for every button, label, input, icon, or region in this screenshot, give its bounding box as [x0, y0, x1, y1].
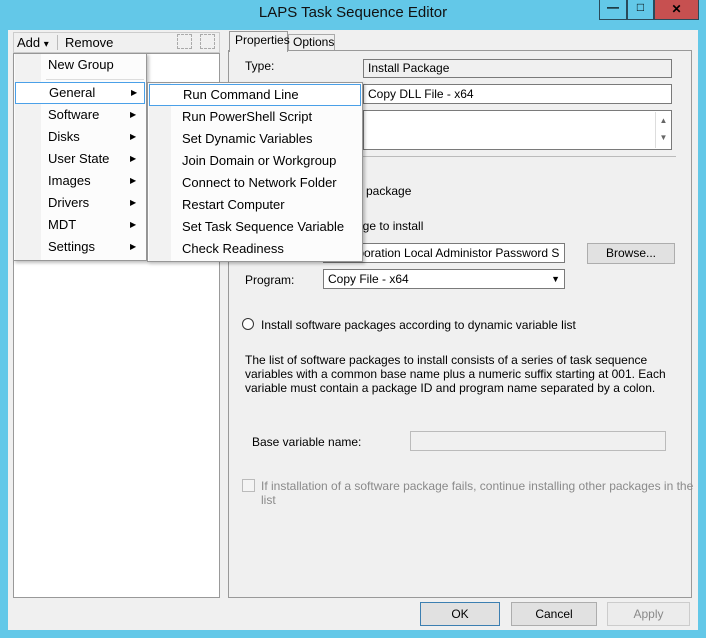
ok-button[interactable]: OK: [420, 602, 500, 626]
dynamic-list-label: Install software packages according to d…: [261, 318, 576, 332]
type-label: Type:: [245, 59, 275, 73]
menu-item-label: Drivers: [48, 195, 90, 210]
toolbar-separator: [57, 35, 58, 50]
menu-item-disks[interactable]: Disks ▶: [14, 126, 146, 148]
menu-item-label: User State: [48, 151, 110, 166]
menu-item-images[interactable]: Images ▶: [14, 170, 146, 192]
chevron-down-icon: ▼: [551, 274, 560, 284]
continue-checkbox[interactable]: [242, 479, 255, 492]
program-value: Copy File - x64: [328, 272, 409, 286]
type-field: Install Package: [363, 59, 672, 78]
submenu-arrow-icon: ▶: [130, 110, 137, 119]
menu-item-label: General: [49, 85, 96, 100]
menu-item-mdt[interactable]: MDT ▶: [14, 214, 146, 236]
scroll-up-icon[interactable]: ▲: [656, 112, 671, 129]
dynamic-list-description: The list of software packages to install…: [245, 353, 666, 395]
menu-item-label: Settings: [48, 239, 95, 254]
add-button[interactable]: Add ▾: [17, 35, 49, 50]
continue-checkbox-label: If installation of a software package fa…: [261, 479, 694, 507]
name-input[interactable]: Copy DLL File - x64: [363, 84, 672, 104]
cancel-button[interactable]: Cancel: [511, 602, 597, 626]
add-menu: New Group General ▶ Software ▶ Disks ▶ User…: [13, 53, 147, 261]
base-variable-label: Base variable name:: [252, 435, 362, 449]
scroll-down-icon[interactable]: ▼: [656, 129, 671, 146]
menu-item-set-dynamic-variables[interactable]: Set Dynamic Variables: [148, 128, 362, 150]
menu-item-run-command-line[interactable]: Run Command Line: [149, 84, 361, 106]
menu-item-label: Images: [48, 173, 91, 188]
menu-item-label: Disks: [48, 129, 80, 144]
submenu-arrow-icon: ▶: [130, 132, 137, 141]
base-variable-input[interactable]: [410, 431, 666, 451]
tab-options[interactable]: Options: [288, 34, 335, 51]
menu-item-join-domain[interactable]: Join Domain or Workgroup: [148, 150, 362, 172]
close-button[interactable]: ✕: [654, 0, 699, 20]
dynamic-list-radio[interactable]: [242, 318, 254, 330]
menu-item-label: MDT: [48, 217, 77, 232]
menu-item-settings[interactable]: Settings ▶: [14, 236, 146, 258]
submenu-arrow-icon: ▶: [130, 154, 137, 163]
menu-item-connect-network-folder[interactable]: Connect to Network Folder: [148, 172, 362, 194]
menu-item-restart-computer[interactable]: Restart Computer: [148, 194, 362, 216]
general-submenu: Run Command Line Run PowerShell Script S…: [147, 82, 363, 262]
apply-button[interactable]: Apply: [607, 602, 690, 626]
program-label: Program:: [245, 273, 295, 287]
menu-item-label: Software: [48, 107, 100, 122]
menu-item-run-powershell-script[interactable]: Run PowerShell Script: [148, 106, 362, 128]
chevron-down-icon: ▾: [43, 39, 49, 50]
menu-item-user-state[interactable]: User State ▶: [14, 148, 146, 170]
maximize-button[interactable]: □: [627, 0, 654, 20]
package-label: age to install: [356, 219, 424, 233]
description-input[interactable]: [363, 110, 672, 150]
move-up-icon[interactable]: [177, 34, 192, 49]
submenu-arrow-icon: ▶: [131, 88, 138, 97]
menu-item-general[interactable]: General ▶: [15, 82, 145, 104]
move-down-icon[interactable]: [200, 34, 215, 49]
program-select[interactable]: Copy File - x64 ▼: [323, 269, 565, 289]
submenu-arrow-icon: ▶: [130, 176, 137, 185]
browse-button[interactable]: Browse...: [587, 243, 675, 264]
menu-item-new-group[interactable]: New Group: [14, 54, 146, 76]
menu-separator: [46, 79, 144, 80]
add-label: Add: [17, 35, 41, 50]
submenu-arrow-icon: ▶: [130, 242, 137, 251]
submenu-arrow-icon: ▶: [130, 198, 137, 207]
menu-item-set-ts-variable[interactable]: Set Task Sequence Variable: [148, 216, 362, 238]
scrollbar[interactable]: ▲ ▼: [655, 112, 671, 148]
tab-properties[interactable]: Properties: [229, 31, 290, 52]
remove-button[interactable]: Remove: [65, 35, 113, 50]
menu-item-software[interactable]: Software ▶: [14, 104, 146, 126]
menu-item-drivers[interactable]: Drivers ▶: [14, 192, 146, 214]
minimize-button[interactable]: —: [599, 0, 627, 20]
submenu-arrow-icon: ▶: [130, 220, 137, 229]
menu-item-check-readiness[interactable]: Check Readiness: [148, 238, 362, 260]
install-single-package-label: e package: [356, 184, 412, 198]
